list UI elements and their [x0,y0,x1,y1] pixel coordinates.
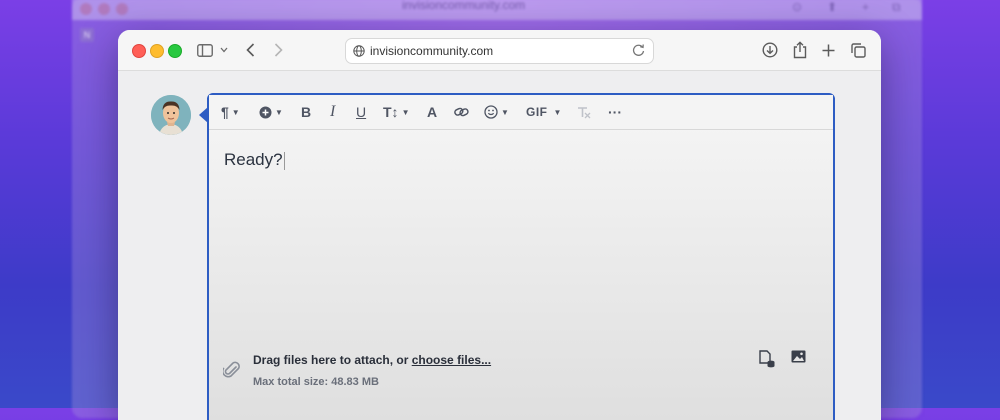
insert-button[interactable]: ▼ [259,102,283,122]
text-size-icon: T↕ [383,104,399,120]
post-editor[interactable]: ¶ ▼ ▼ B I U T↕ ▼ A ▼ GIF ▼ ··· Ready? Dr… [207,93,835,420]
bg-download-icon: ⊙ [792,0,803,14]
emoji-button[interactable]: ▼ [484,102,509,122]
file-stack-icon [759,350,775,368]
bg-share-icon: ⬆ [827,0,838,14]
image-icon [791,350,806,363]
share-button[interactable] [790,39,810,61]
more-button[interactable]: ··· [608,102,622,122]
caret-down-icon: ▼ [231,107,240,117]
chevron-left-icon [245,43,254,57]
attachment-area[interactable]: Drag files here to attach, or choose fil… [209,350,833,420]
browser-toolbar: invisioncommunity.com [118,30,881,71]
tab-overview-button[interactable] [848,39,868,61]
user-avatar [151,95,191,135]
back-button[interactable] [242,39,258,61]
background-titlebar: invisioncommunity.com ⊙ ⬆ + ⧉ [72,0,922,20]
editor-content[interactable]: Ready? [224,150,285,170]
share-icon [793,41,807,59]
globe-icon [353,45,365,57]
gif-button[interactable]: GIF ▼ [526,102,561,122]
attach-existing-button[interactable] [759,350,775,373]
clear-format-icon [578,106,591,118]
bg-traffic-light [80,3,92,15]
reload-icon[interactable] [632,43,645,57]
editor-toolbar: ¶ ▼ ▼ B I U T↕ ▼ A ▼ GIF ▼ ··· [209,95,833,130]
minimize-window-button[interactable] [150,44,164,58]
sidebar-icon [197,43,213,57]
text-cursor [283,151,285,170]
browser-window: invisioncommunity.com ¶ ▼ ▼ B I U T↕ ▼ A… [118,30,881,420]
page-content: ¶ ▼ ▼ B I U T↕ ▼ A ▼ GIF ▼ ··· Ready? Dr… [118,71,881,420]
new-tab-button[interactable] [818,39,838,61]
font-color-button[interactable]: A [427,102,437,122]
max-size-label: Max total size: 48.83 MB [253,376,379,388]
link-button[interactable] [454,102,469,122]
paperclip-icon [223,361,240,378]
gif-icon: GIF [526,105,548,119]
plus-icon [822,44,834,56]
link-icon [454,107,469,117]
bold-button[interactable]: B [301,102,311,122]
downloads-button[interactable] [760,39,780,61]
background-url: invisioncommunity.com [402,0,526,12]
sidebar-menu-chevron[interactable] [218,39,230,61]
bg-traffic-light [116,3,128,15]
pilcrow-icon: ¶ [221,104,229,120]
caret-down-icon: ▼ [553,107,562,117]
paragraph-format-button[interactable]: ¶ ▼ [221,102,240,122]
bg-app-icon: N [80,28,94,42]
clear-format-button[interactable] [576,102,591,122]
chevron-right-icon [274,43,283,57]
caret-down-icon: ▼ [401,107,410,117]
smiley-icon [484,105,498,119]
zoom-window-button[interactable] [168,44,182,58]
underline-button[interactable]: U [356,102,366,122]
bg-plus-icon: + [862,0,870,14]
download-icon [762,42,778,58]
editor-text: Ready? [224,150,283,169]
url-text: invisioncommunity.com [370,44,494,58]
bg-tabs-icon: ⧉ [892,0,901,14]
italic-button[interactable]: I [330,102,335,122]
caret-down-icon: ▼ [501,107,509,117]
address-bar[interactable]: invisioncommunity.com [345,38,654,64]
close-window-button[interactable] [132,44,146,58]
attach-text: Drag files here to attach, or [253,353,412,367]
caret-down-icon: ▼ [275,107,283,117]
chevron-down-icon [220,47,228,53]
font-size-button[interactable]: T↕ ▼ [383,102,409,122]
forward-button[interactable] [270,39,286,61]
avatar-image [151,95,191,135]
attach-instructions: Drag files here to attach, or choose fil… [253,353,491,367]
tabs-icon [850,42,866,58]
plus-circle-icon [259,106,272,118]
insert-image-button[interactable] [791,350,806,368]
bg-traffic-light [98,3,110,15]
choose-files-link[interactable]: choose files... [412,353,491,367]
sidebar-toggle-button[interactable] [194,39,216,61]
